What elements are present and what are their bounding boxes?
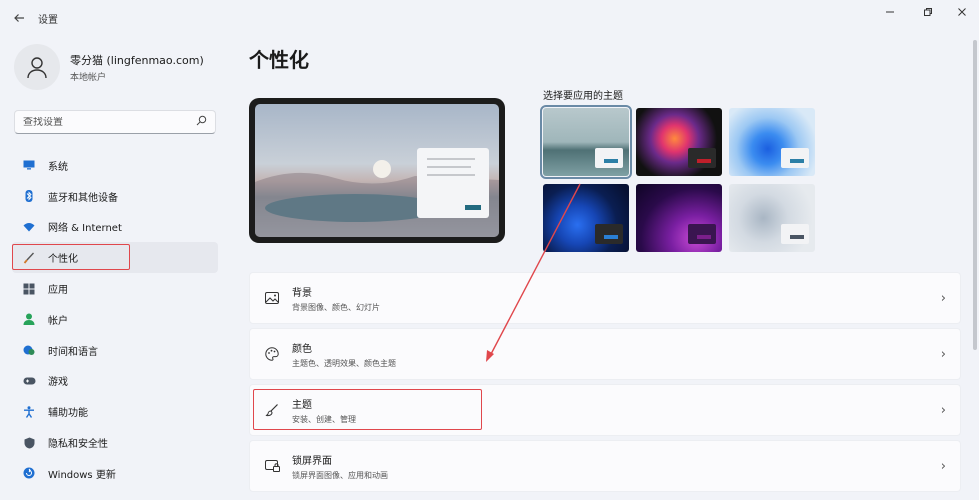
sidebar-item-label: 应用 <box>48 285 68 297</box>
person-avatar-icon <box>27 57 47 79</box>
sidebar-item-privacy[interactable]: 隐私和安全性 <box>12 427 218 458</box>
monitor-icon <box>22 158 36 172</box>
page-title: 个性化 <box>249 48 309 72</box>
bluetooth-icon <box>22 189 36 203</box>
search-input[interactable] <box>23 116 196 128</box>
back-button[interactable] <box>10 9 28 27</box>
preview-window <box>417 148 489 218</box>
card-subtitle: 主题色、透明效果、颜色主题 <box>292 358 396 368</box>
brush-icon <box>22 251 36 265</box>
person-icon <box>22 312 36 326</box>
title-bar: 设置 <box>0 0 979 36</box>
close-icon <box>958 8 966 16</box>
sidebar-item-personalization[interactable]: 个性化 <box>12 242 218 274</box>
sidebar-item-system[interactable]: 系统 <box>12 150 218 181</box>
shield-icon <box>22 436 36 450</box>
sidebar-item-label: 游戏 <box>48 377 68 389</box>
restore-icon <box>924 8 932 16</box>
sidebar-item-label: 隐私和安全性 <box>48 439 108 451</box>
user-profile[interactable]: 零分猫 (lingfenmao.com) 本地帐户 <box>14 44 204 90</box>
wifi-icon <box>22 220 36 234</box>
theme-windows-light-bloom[interactable] <box>729 108 815 176</box>
theme-flow-purple[interactable] <box>636 184 722 252</box>
scrollbar[interactable] <box>973 40 977 350</box>
search-box[interactable] <box>14 110 216 134</box>
sidebar-item-gaming[interactable]: 游戏 <box>12 366 218 397</box>
preview-sun <box>373 160 391 178</box>
search-icon[interactable] <box>196 115 207 129</box>
sidebar-item-label: 蓝牙和其他设备 <box>48 192 118 204</box>
theme-glow-lake[interactable] <box>540 105 632 179</box>
brush-icon <box>264 402 280 418</box>
arrow-left-icon <box>14 14 24 22</box>
sidebar-item-windows-update[interactable]: Windows 更新 <box>12 458 218 489</box>
themes-label: 选择要应用的主题 <box>543 91 623 102</box>
setting-card-themes[interactable]: 主题 安装、创建、管理 › <box>249 384 961 436</box>
globe-clock-icon <box>22 343 36 357</box>
close-button[interactable] <box>948 4 976 20</box>
gamepad-icon <box>22 374 36 388</box>
chevron-right-icon: › <box>940 290 946 306</box>
sidebar-nav: 系统 蓝牙和其他设备 网络 & Internet 个性化 应用 帐户 时间和语言… <box>12 150 218 489</box>
sidebar-item-network[interactable]: 网络 & Internet <box>12 212 218 243</box>
card-subtitle: 背景图像、颜色、幻灯片 <box>292 302 380 312</box>
setting-card-background[interactable]: 背景 背景图像、颜色、幻灯片 › <box>249 272 961 324</box>
minimize-button[interactable] <box>876 4 904 20</box>
theme-windows-dark-bloom[interactable] <box>543 184 629 252</box>
account-type: 本地帐户 <box>70 72 107 83</box>
sidebar-item-bluetooth[interactable]: 蓝牙和其他设备 <box>12 181 218 212</box>
theme-preview <box>249 98 505 243</box>
sidebar-item-label: 个性化 <box>48 254 78 266</box>
sidebar-item-time-language[interactable]: 时间和语言 <box>12 335 218 366</box>
minimize-icon <box>886 11 894 13</box>
theme-captured-motion[interactable] <box>636 108 722 176</box>
sidebar-item-label: 帐户 <box>48 315 68 327</box>
sidebar-item-label: 辅助功能 <box>48 408 88 420</box>
accessibility-icon <box>22 405 36 419</box>
sidebar-item-apps[interactable]: 应用 <box>12 273 218 304</box>
apps-icon <box>22 282 36 296</box>
chevron-right-icon: › <box>940 458 946 474</box>
card-subtitle: 锁屏界面图像、应用和动画 <box>292 470 388 480</box>
sidebar-item-label: 网络 & Internet <box>48 223 122 235</box>
setting-card-colors[interactable]: 颜色 主题色、透明效果、颜色主题 › <box>249 328 961 380</box>
update-icon <box>22 466 36 480</box>
preview-screen <box>255 104 499 237</box>
profile-name: 零分猫 (lingfenmao.com) <box>70 53 204 67</box>
card-title: 背景 <box>292 287 312 299</box>
sidebar-item-label: 系统 <box>48 161 68 173</box>
image-icon <box>264 290 280 306</box>
card-subtitle: 安装、创建、管理 <box>292 414 356 424</box>
palette-icon <box>264 346 280 362</box>
sidebar-item-label: Windows 更新 <box>48 469 116 481</box>
app-title: 设置 <box>38 15 58 26</box>
card-title: 主题 <box>292 399 312 411</box>
card-title: 颜色 <box>292 343 312 355</box>
chevron-right-icon: › <box>940 346 946 362</box>
setting-card-lock-screen[interactable]: 锁屏界面 锁屏界面图像、应用和动画 › <box>249 440 961 492</box>
restore-button[interactable] <box>914 4 942 20</box>
card-title: 锁屏界面 <box>292 455 332 467</box>
chevron-right-icon: › <box>940 402 946 418</box>
sidebar-item-accessibility[interactable]: 辅助功能 <box>12 396 218 427</box>
lock-screen-icon <box>264 458 280 474</box>
sidebar-item-accounts[interactable]: 帐户 <box>12 304 218 335</box>
avatar <box>14 44 60 90</box>
theme-sunrise-gray[interactable] <box>729 184 815 252</box>
sidebar-item-label: 时间和语言 <box>48 346 98 358</box>
